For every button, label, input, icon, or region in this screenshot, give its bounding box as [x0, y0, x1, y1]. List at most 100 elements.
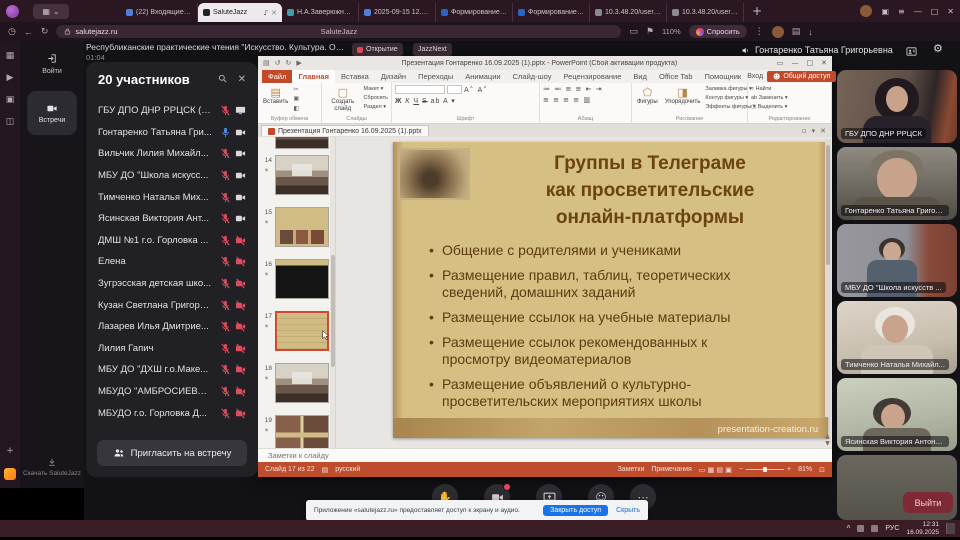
video-tile[interactable]: Тимченко Наталья Михайл...: [837, 301, 957, 374]
participant-row[interactable]: МБУДО "АМБРОСИЕВС...: [86, 381, 258, 403]
quick-access-toolbar[interactable]: ▤ ↺ ↻ ▶: [263, 59, 302, 67]
slide-thumbnail[interactable]: [275, 259, 329, 299]
slide-thumbnail[interactable]: [275, 415, 329, 448]
participants-list[interactable]: ГБУ ДПО ДНР РРЦСК (Вы) Гонтаренко Татьяна…: [86, 100, 258, 427]
leave-meeting-button[interactable]: Выйти: [903, 492, 953, 513]
participants-close-icon[interactable]: ✕: [238, 74, 246, 85]
align-buttons[interactable]: ≡ ≡ ≡ ≡ ▥: [543, 96, 591, 104]
rail-video-icon[interactable]: ▶: [7, 73, 14, 83]
ribbon-tab-10[interactable]: Помощник: [699, 70, 748, 83]
participant-row[interactable]: Тимченко Наталья Мих...: [86, 186, 258, 208]
browser-tab[interactable]: 10.3.48.20/user/d...: [667, 3, 744, 22]
participant-row[interactable]: Кузан Светлана Григорь...: [86, 294, 258, 316]
browser-logo-icon[interactable]: [6, 4, 19, 18]
cut-icon[interactable]: ✂: [293, 86, 299, 93]
volume-icon[interactable]: [871, 525, 879, 532]
history-icon[interactable]: ◷: [8, 27, 16, 37]
save-icon[interactable]: ▤: [263, 59, 270, 67]
list-buttons[interactable]: ≔ ≕ ≡ ≡ ⇤ ⇥: [543, 85, 603, 93]
participant-row[interactable]: Гонтаренко Татьяна Гри...: [86, 122, 258, 144]
tray-expand-icon[interactable]: ^: [847, 524, 851, 533]
arrange-button[interactable]: ◨ Упорядочить: [663, 85, 703, 107]
rail-messenger-icon[interactable]: ◫: [6, 117, 15, 127]
minimize-button[interactable]: —: [914, 7, 922, 16]
rail-panel-icon[interactable]: ▣: [6, 95, 15, 105]
ribbon-tab-8[interactable]: Вид: [627, 70, 653, 83]
copy-icon[interactable]: ▣: [293, 95, 299, 102]
reset-button[interactable]: Сбросить: [364, 94, 388, 102]
participant-row[interactable]: Лазарев Илья Дмитрие...: [86, 316, 258, 338]
new-slide-button[interactable]: ▢ Создать слайд: [325, 85, 361, 114]
participants-toggle-icon[interactable]: [905, 44, 918, 62]
select-button[interactable]: ▢ Выделить ▾: [751, 103, 788, 111]
browser-tab[interactable]: (22) Входящие - П...: [121, 3, 198, 22]
slide-nav-buttons[interactable]: ▲ ▼: [823, 433, 832, 447]
office-tab-menu-icon[interactable]: ▾: [812, 127, 816, 135]
ribbon-options-icon[interactable]: ▭: [777, 59, 784, 67]
tab-close-icon[interactable]: ✕: [271, 9, 277, 17]
participant-row[interactable]: Лилия Гапич: [86, 338, 258, 360]
undo-icon[interactable]: ↺: [275, 59, 281, 67]
office-tab-new-icon[interactable]: ▫: [802, 127, 807, 135]
tab-panel-icon[interactable]: ▣: [881, 7, 889, 16]
browser-tab[interactable]: SaluteJazz ♪ ✕: [198, 3, 282, 22]
browser-tab[interactable]: Н.А.Заверюжнова...: [282, 3, 359, 22]
layout-button[interactable]: Макет ▾: [364, 85, 388, 93]
view-buttons[interactable]: ▭ ▦ ▤ ▣: [699, 466, 732, 474]
hide-notification-link[interactable]: Скрыть: [616, 507, 640, 514]
ribbon-tab-3[interactable]: Дизайн: [375, 70, 412, 83]
invite-button[interactable]: Пригласить на встречу: [97, 440, 247, 466]
notification-center-icon[interactable]: [946, 523, 955, 534]
slide-thumbnail[interactable]: [275, 207, 329, 247]
slide-scrollbar[interactable]: [825, 139, 831, 417]
format-painter-icon[interactable]: ◧: [293, 105, 299, 112]
ribbon-tab-7[interactable]: Рецензирование: [558, 70, 628, 83]
account-avatar[interactable]: [771, 25, 784, 38]
network-icon[interactable]: [857, 525, 865, 532]
ppt-restore-button[interactable]: □: [807, 59, 814, 67]
browser-tab[interactable]: 10.3.48.20/user/d...: [590, 3, 667, 22]
office-tab-close-icon[interactable]: ✕: [820, 127, 826, 135]
pip-icon[interactable]: ▭: [629, 27, 638, 37]
back-icon[interactable]: ←: [24, 27, 33, 37]
sidebar-toggle-button[interactable]: ▦ ⌄: [33, 3, 69, 19]
browser-tab[interactable]: Формирование и...: [513, 3, 590, 22]
font-size-select[interactable]: [447, 85, 462, 94]
font-style-buttons[interactable]: Ж К Ч S ab A ▾: [395, 97, 456, 105]
participant-row[interactable]: ДМШ №1 г.о. Горловка ...: [86, 230, 258, 252]
profile-avatar[interactable]: [860, 5, 873, 17]
close-button[interactable]: ✕: [947, 7, 954, 16]
nav-meetings-button[interactable]: Встречи: [27, 91, 77, 135]
ribbon-tab-9[interactable]: Office Tab: [653, 70, 699, 83]
taskbar-clock[interactable]: 12:31 16.09.2025: [906, 521, 939, 536]
zoom-percent[interactable]: 81%: [798, 466, 812, 473]
participant-row[interactable]: МБУ ДО "ДХШ г.о.Маке...: [86, 359, 258, 381]
paste-button[interactable]: ▤ Вставить: [261, 85, 290, 107]
video-tile[interactable]: ГБУ ДПО ДНР РРЦСК: [837, 70, 957, 143]
font-name-select[interactable]: [395, 85, 445, 94]
kebab-menu-icon[interactable]: ⋮: [755, 27, 764, 37]
replace-button[interactable]: ab Заменить ▾: [751, 94, 788, 102]
url-input[interactable]: salutejazz.ru SaluteJazz: [56, 25, 622, 38]
browser-menu-icon[interactable]: ≡: [898, 7, 905, 16]
slide-thumbnail-pane[interactable]: 14 ✶ 15 ✶ 16 ✶ 17 ✶ 18 ✶ 19 ✶: [258, 137, 336, 448]
ppt-signin[interactable]: Вход: [747, 73, 763, 80]
downloads-icon[interactable]: ↓: [808, 27, 813, 37]
participant-row[interactable]: МБУДО г.о. Горловка Д...: [86, 402, 258, 424]
status-comments-button[interactable]: Примечания: [651, 466, 691, 473]
ribbon-tab-4[interactable]: Переходы: [412, 70, 459, 83]
language-indicator[interactable]: РУС: [885, 525, 899, 532]
slide-thumbnail[interactable]: [275, 311, 330, 351]
ribbon-tab-5[interactable]: Анимации: [459, 70, 506, 83]
video-tile[interactable]: МБУ ДО "Школа искусств ...: [837, 224, 957, 297]
document-tab[interactable]: Презентация Гонтаренко 16.09.2025 (1).pp…: [261, 125, 429, 136]
notes-pane[interactable]: Заметки к слайду: [258, 448, 832, 462]
slide-thumbnail[interactable]: [275, 363, 329, 403]
browser-tab[interactable]: 2025-09-15 12.12...: [359, 3, 436, 22]
settings-gear-icon[interactable]: ⚙: [933, 42, 943, 55]
participant-row[interactable]: Ясинская Виктория Ант...: [86, 208, 258, 230]
participant-row[interactable]: Елена: [86, 251, 258, 273]
fit-slide-icon[interactable]: ⊡: [819, 466, 825, 474]
bookmark-icon[interactable]: ⚑: [646, 27, 654, 37]
current-slide[interactable]: Группы в Телеграме как просветительские …: [393, 142, 828, 438]
